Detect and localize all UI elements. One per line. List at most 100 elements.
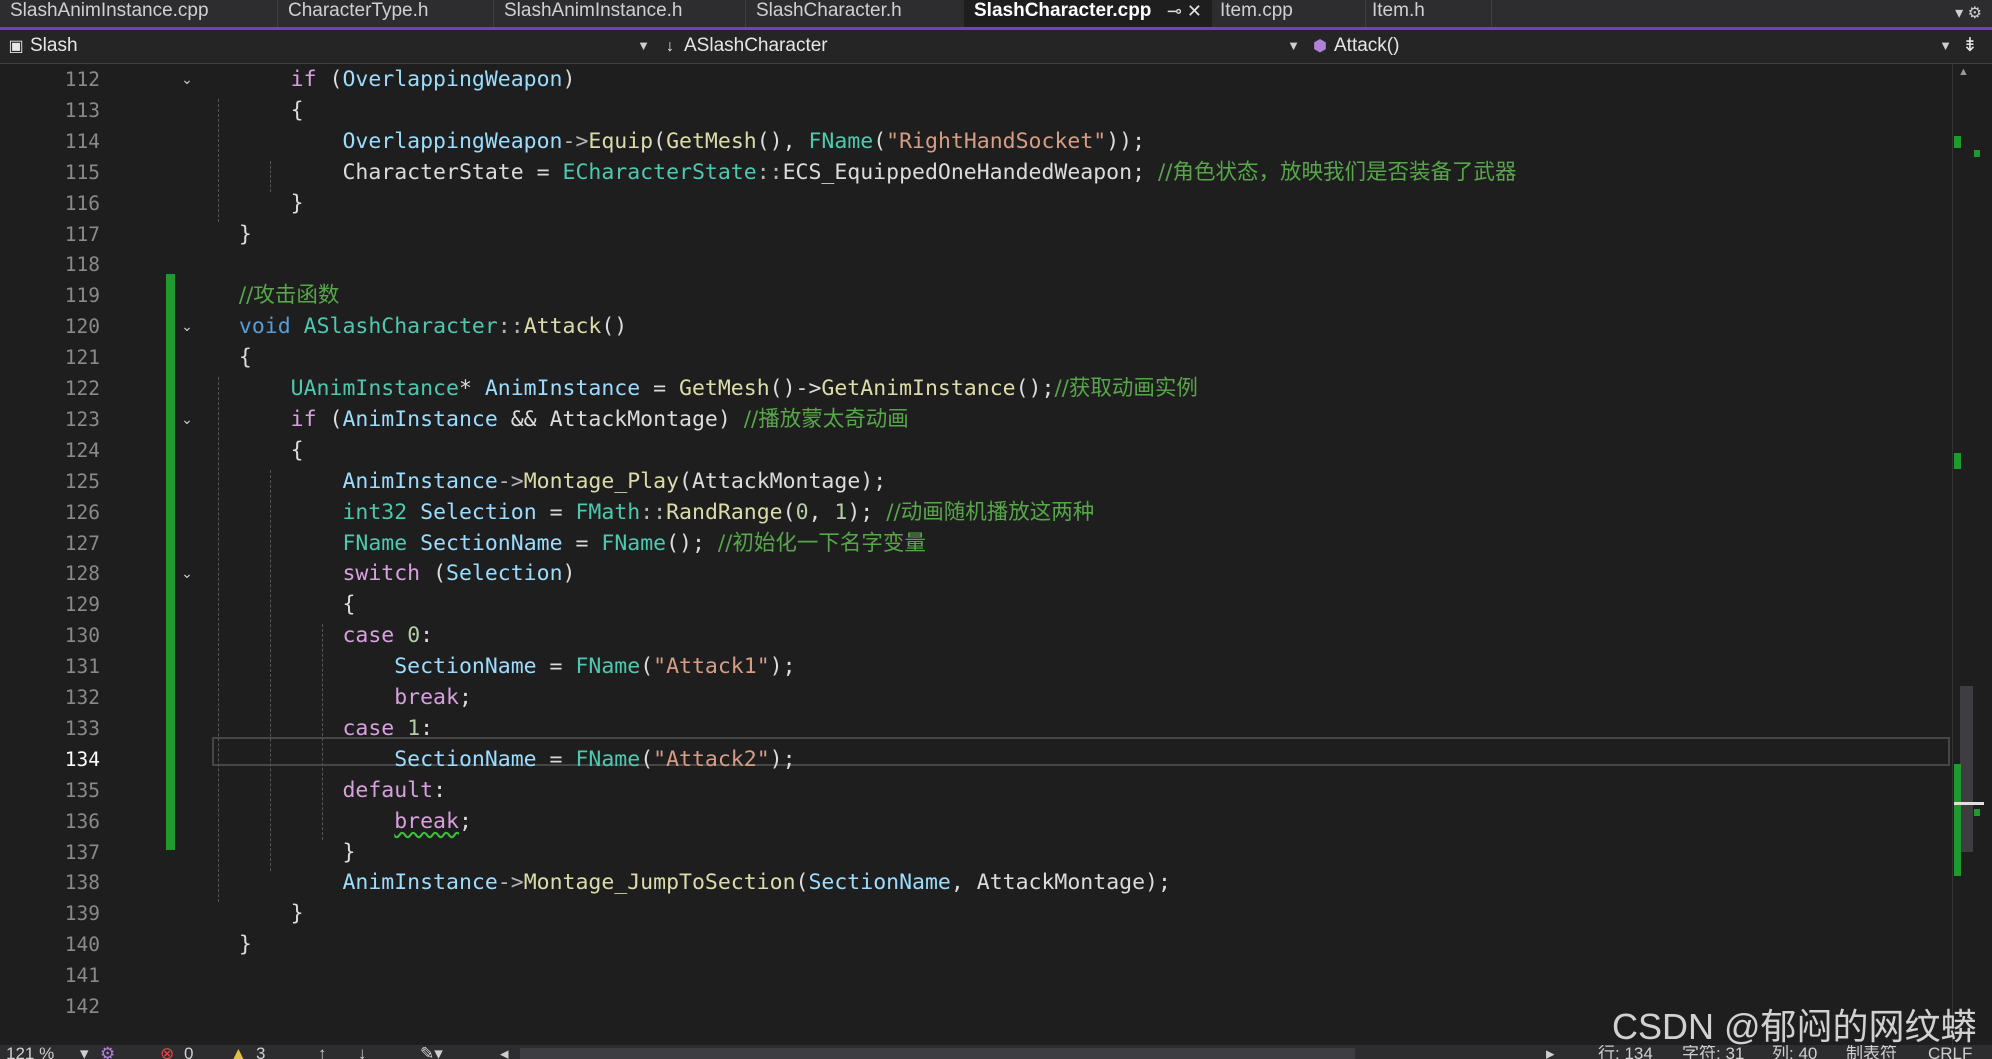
line-number: 121 <box>64 346 100 370</box>
next-issue-arrow-icon[interactable]: ↓ <box>358 1045 367 1059</box>
code-line[interactable]: switch (Selection) <box>213 558 575 589</box>
warning-icon[interactable]: ▲ <box>230 1045 247 1059</box>
tab-charactertype-h[interactable]: CharacterType.h <box>278 0 494 27</box>
code-token: AnimInstance <box>342 468 498 494</box>
code-token: CharacterState <box>342 159 524 185</box>
code-line[interactable]: FName SectionName = FName(); //初始化一下名字变量 <box>213 528 925 559</box>
scroll-left-arrow-icon[interactable]: ◂ <box>500 1045 509 1059</box>
code-token: GetMesh <box>679 376 770 401</box>
code-line[interactable]: } <box>213 219 252 250</box>
code-line[interactable]: if (OverlappingWeapon) <box>213 64 576 95</box>
error-icon[interactable]: ⊗ <box>160 1045 174 1059</box>
split-editor-button[interactable]: ⇟ <box>1962 33 1988 59</box>
code-token: FName <box>601 530 667 556</box>
code-line[interactable]: default: <box>213 775 446 806</box>
code-line[interactable]: AnimInstance->Montage_Play(AttackMontage… <box>213 466 886 497</box>
tab-slashaniminstance-cpp[interactable]: SlashAnimInstance.cpp <box>0 0 278 27</box>
code-token: ); <box>769 746 796 772</box>
tab-slashcharacter-cpp[interactable]: SlashCharacter.cpp ⊸ ✕ <box>964 0 1212 27</box>
code-line[interactable]: } <box>213 188 304 219</box>
code-token: = <box>562 530 602 556</box>
code-token: (), <box>756 128 809 154</box>
line-number: 123 <box>64 407 100 431</box>
code-line[interactable]: int32 Selection = FMath::RandRange(0, 1)… <box>213 497 1094 528</box>
tab-slashaniminstance-h[interactable]: SlashAnimInstance.h <box>494 0 746 27</box>
code-token: 1 <box>834 499 848 525</box>
code-token: AttackMontage <box>976 870 1146 896</box>
code-token: : <box>420 623 434 649</box>
code-token: -> <box>497 468 524 494</box>
change-indicator-bar <box>166 274 175 850</box>
code-line[interactable]: SectionName = FName("Attack2"); <box>213 744 796 775</box>
code-line[interactable]: { <box>213 589 355 620</box>
pin-close-icons[interactable]: ⊸ ✕ <box>1167 0 1202 22</box>
code-token: 0 <box>795 499 809 525</box>
warning-count[interactable]: 3 <box>256 1045 265 1059</box>
zoom-level[interactable]: 121 % <box>6 1045 54 1059</box>
tab-item-h[interactable]: Item.h <box>1362 0 1492 27</box>
code-token: ; <box>1132 159 1158 185</box>
code-cleanup-brush-icon[interactable]: ✎▾ <box>420 1045 443 1059</box>
scroll-change-marker <box>1974 809 1980 816</box>
line-number: 120 <box>64 315 100 339</box>
error-count[interactable]: 0 <box>184 1045 193 1059</box>
code-token: FName <box>575 746 641 772</box>
scroll-change-marker <box>1954 136 1961 148</box>
tab-label: Item.cpp <box>1220 0 1293 21</box>
member-dropdown[interactable]: ⬢ Attack() ▼ <box>1310 33 1956 59</box>
code-token: ; <box>458 808 472 834</box>
code-line[interactable]: OverlappingWeapon->Equip(GetMesh(), FNam… <box>213 126 1145 157</box>
scroll-up-arrow-icon[interactable]: ▲ <box>1958 66 1969 78</box>
line-number: 138 <box>64 871 100 895</box>
project-dropdown[interactable]: ▣ Slash ▼ <box>6 33 654 59</box>
code-line[interactable]: SectionName = FName("Attack1"); <box>213 651 795 682</box>
fold-chevron-icon[interactable]: ⌄ <box>179 64 195 95</box>
code-line[interactable]: } <box>213 929 252 960</box>
code-line[interactable]: UAnimInstance* AnimInstance = GetMesh()-… <box>213 373 1198 404</box>
line-number: 132 <box>64 686 100 709</box>
code-line[interactable]: AnimInstance->Montage_JumpToSection(Sect… <box>213 867 1170 898</box>
code-line[interactable]: void ASlashCharacter::Attack() <box>213 311 627 342</box>
code-line[interactable]: //攻击函数 <box>213 280 340 311</box>
tab-item-cpp[interactable]: Item.cpp <box>1210 0 1366 27</box>
code-token: default <box>342 777 434 803</box>
code-editor[interactable]: 112 113 114 115 116 117 118 119 120 121 122 123 124 1… <box>0 64 1992 1045</box>
tab-label: CharacterType.h <box>288 0 429 21</box>
tab-overflow-menu[interactable]: ▾ ⚙ <box>1955 0 1982 27</box>
code-token: { <box>213 592 356 618</box>
scope-dropdown[interactable]: ↓ ASlashCharacter ▼ <box>660 33 1304 59</box>
intellicode-icon[interactable]: ⚙ <box>100 1045 115 1059</box>
code-line[interactable]: break; <box>213 682 472 713</box>
code-line[interactable]: { <box>213 435 304 466</box>
code-line[interactable]: } <box>213 837 355 868</box>
fold-chevron-icon[interactable]: ⌄ <box>179 558 195 589</box>
tab-label: Item.h <box>1372 0 1425 21</box>
tab-label: SlashCharacter.cpp <box>974 0 1152 21</box>
scroll-right-arrow-icon[interactable]: ▸ <box>1546 1045 1555 1059</box>
code-token: RandRange <box>666 499 783 525</box>
tab-slashcharacter-h[interactable]: SlashCharacter.h <box>746 0 970 27</box>
zoom-dropdown-icon[interactable]: ▾ <box>80 1045 89 1059</box>
fold-chevron-icon[interactable]: ⌄ <box>179 404 195 435</box>
code-line[interactable]: case 0: <box>213 620 433 651</box>
code-token: :: <box>756 159 783 185</box>
code-line[interactable]: { <box>213 95 304 126</box>
code-line[interactable]: break; <box>213 806 472 837</box>
horizontal-scroll-thumb[interactable] <box>520 1048 1355 1059</box>
code-line[interactable]: } <box>213 898 304 929</box>
code-line[interactable]: CharacterState = ECharacterState::ECS_Eq… <box>213 157 1516 188</box>
code-token: ); <box>847 499 887 525</box>
scroll-change-marker <box>1954 764 1961 876</box>
vertical-scrollbar[interactable] <box>1952 64 1992 1045</box>
code-line[interactable]: { <box>213 342 252 373</box>
vertical-scroll-thumb[interactable] <box>1960 686 1973 852</box>
code-line[interactable]: case 1: <box>213 713 433 744</box>
fold-chevron-icon[interactable]: ⌄ <box>179 311 195 342</box>
previous-issue-arrow-icon[interactable]: ↑ <box>318 1045 327 1059</box>
line-number: 114 <box>64 129 100 153</box>
tab-label: SlashCharacter.h <box>756 0 902 21</box>
code-line[interactable]: if (AnimInstance && AttackMontage) //播放蒙… <box>213 404 909 435</box>
